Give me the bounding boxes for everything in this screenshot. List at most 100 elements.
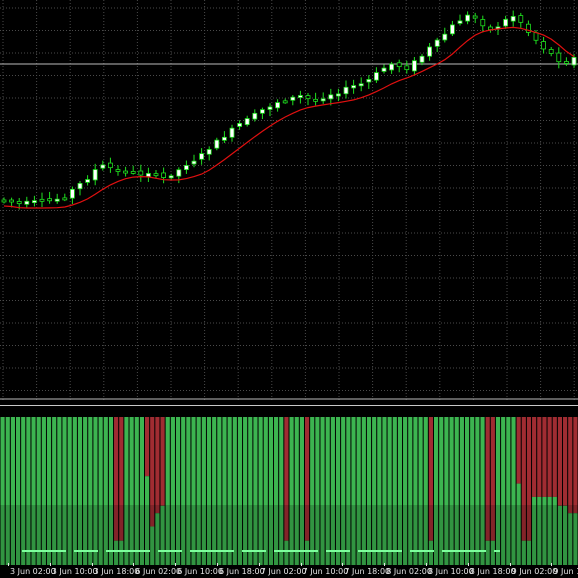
candle-body (389, 63, 395, 71)
candle-body (267, 106, 273, 110)
candle-body (533, 32, 539, 41)
signal-bar-red (542, 417, 547, 497)
candle-body (229, 127, 235, 138)
candle-body (130, 171, 136, 174)
candle-body (351, 85, 357, 89)
time-axis-label: 8 Jun 10:00 (428, 567, 474, 576)
time-axis-tick (91, 563, 93, 566)
candle-body (442, 33, 448, 41)
signal-bar-red (568, 417, 573, 514)
candle-body (221, 136, 227, 141)
candle-body (16, 200, 22, 205)
candle-body (335, 93, 341, 97)
candle-body (404, 65, 410, 71)
candle-body (305, 95, 311, 100)
candle-body (237, 123, 243, 127)
candle-body (199, 153, 205, 160)
candle-body (214, 139, 220, 149)
candle-body (358, 83, 364, 87)
signal-bar-red (537, 417, 542, 497)
time-axis-label: 7 Jun 18:00 (344, 567, 391, 576)
candle-body (176, 169, 182, 177)
time-axis-label: 6 Jun 18:00 (219, 567, 265, 576)
candle-body (100, 164, 106, 169)
candle-body (434, 39, 440, 47)
time-axis-label: 3 Jun 02:00 (10, 567, 56, 576)
candle-body (518, 15, 524, 23)
candle-body (411, 60, 417, 72)
time-axis-tick (384, 563, 386, 566)
time-axis-label: 6 Jun 02:00 (135, 567, 182, 576)
time-axis-tick (175, 563, 177, 566)
signal-bar-red (563, 417, 568, 506)
candle-body (503, 19, 509, 27)
signal-bar-red (160, 417, 165, 506)
trading-terminal: 3 Jun 02:00 3 Jun 10:00 3 Jun 18:00 6 Jun 0… (0, 0, 578, 578)
candle-body (9, 199, 15, 203)
candle-body (297, 95, 303, 98)
candle-body (457, 20, 463, 24)
time-axis-label: 7 Jun 10:00 (302, 567, 349, 576)
time-axis-label: 9 Jun 10:0 (553, 567, 578, 576)
signal-bar-red (573, 417, 578, 514)
candle-body (244, 118, 250, 125)
candle-body (39, 198, 45, 202)
time-axis-tick (426, 563, 427, 566)
candle-body (108, 162, 113, 169)
time-axis-tick (217, 563, 218, 566)
time-axis-label: 6 Jun 10:00 (177, 567, 223, 576)
signal-bar-red (155, 417, 160, 514)
time-axis-tick (258, 563, 260, 566)
candle-body (206, 149, 212, 155)
candle-body (70, 188, 75, 199)
candle-body (62, 197, 68, 201)
signal-bar-red (532, 417, 537, 497)
candle-body (47, 198, 52, 202)
candle-body (556, 52, 562, 63)
candle-body (449, 24, 455, 35)
time-axis-tick (8, 563, 9, 566)
signal-bar-red (145, 417, 150, 477)
candle-body (313, 98, 319, 102)
candle-body (381, 67, 387, 72)
time-axis-label: 8 Jun 18:00 (469, 567, 516, 576)
candle-body (24, 200, 30, 205)
candle-body (564, 61, 569, 64)
time-axis-tick (342, 563, 344, 566)
time-axis-label: 3 Jun 10:00 (51, 567, 98, 576)
candle-body (275, 102, 281, 109)
time-axis-tick (509, 563, 511, 566)
candle-body (85, 179, 90, 183)
time-axis-tick (49, 563, 51, 566)
candle-body (115, 169, 121, 172)
candle-body (541, 41, 546, 50)
signal-bar-red (552, 417, 557, 497)
candle-body (259, 109, 265, 114)
candle-body (77, 183, 83, 190)
price-chart[interactable] (0, 0, 578, 402)
signal-bar-red (557, 417, 563, 506)
candle-body (480, 19, 486, 27)
candle-body (183, 165, 189, 170)
indicator-shade (0, 505, 578, 565)
time-axis-label: 8 Jun 02:00 (386, 567, 432, 576)
candle-body (465, 14, 471, 22)
candle-body (32, 200, 37, 204)
signal-indicator-panel[interactable] (0, 405, 578, 565)
time-axis-label: 9 Jun 02:00 (511, 567, 558, 576)
candle-body (343, 86, 349, 95)
candle-body (1, 199, 7, 203)
candle-body (282, 100, 288, 104)
candle-body (92, 169, 98, 181)
candle-body (252, 112, 258, 120)
time-axis-tick (300, 563, 302, 566)
candle-body (328, 94, 334, 100)
candle-body (510, 16, 516, 22)
signal-bar-red (547, 417, 552, 497)
candle-body (123, 170, 128, 174)
candle-body (290, 96, 296, 101)
candle-body (427, 46, 433, 57)
candle-body (548, 49, 554, 54)
candle-body (138, 170, 144, 176)
time-axis-tick (467, 563, 469, 566)
